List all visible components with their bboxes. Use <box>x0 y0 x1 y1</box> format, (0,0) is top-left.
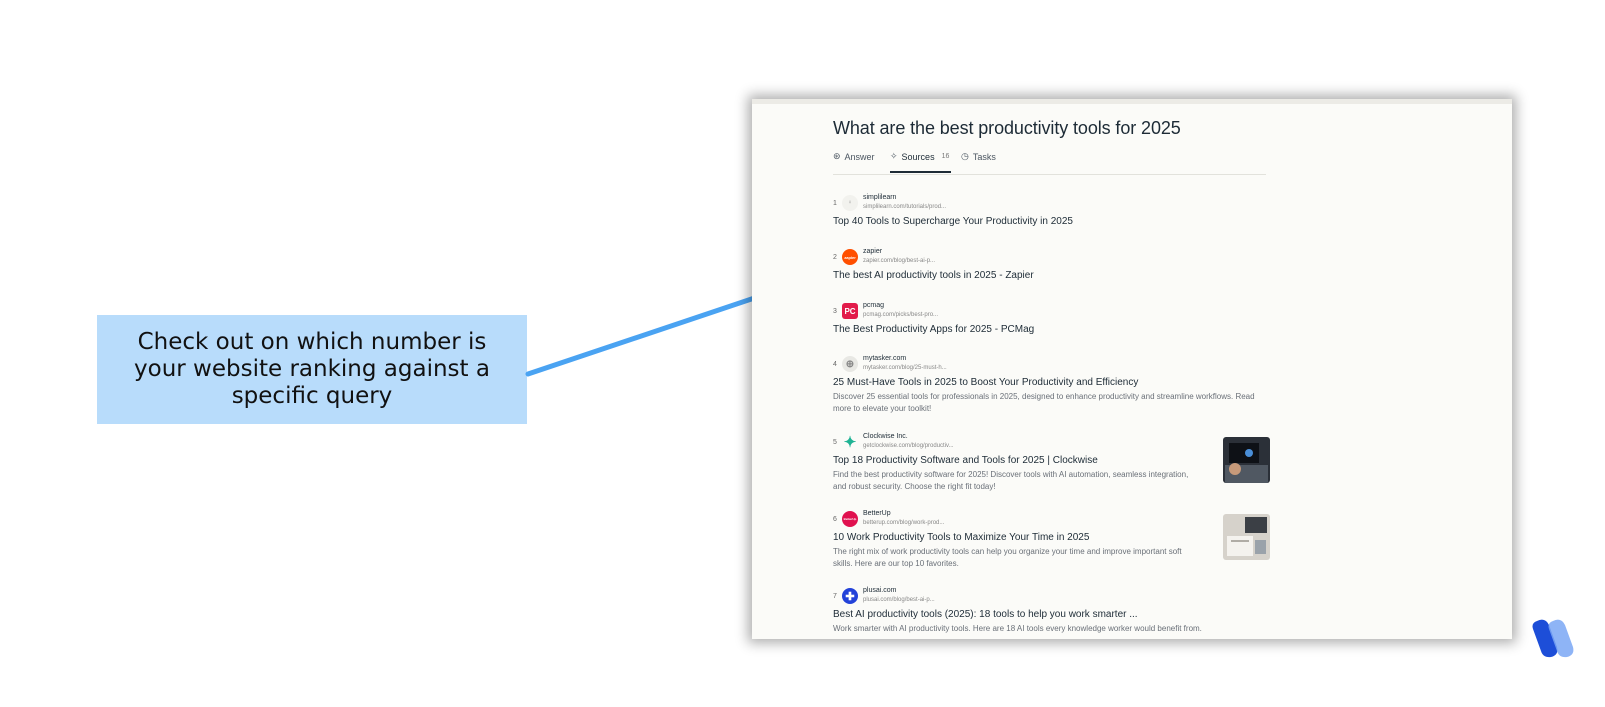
search-results-screenshot: What are the best productivity tools for… <box>752 99 1512 639</box>
result-number: 3 <box>833 308 837 315</box>
result-description: The right mix of work productivity tools… <box>833 547 1182 568</box>
result-number: 1 <box>833 200 837 207</box>
tab-sources[interactable]: ✧ Sources 16 <box>890 151 949 162</box>
window-top-bar <box>752 99 1512 104</box>
result-title[interactable]: 10 Work Productivity Tools to Maximize Y… <box>833 532 1266 543</box>
result-number: 5 <box>833 439 837 446</box>
list-item[interactable]: 6 BetterUp BetterUp betterup.com/blog/wo… <box>833 510 1270 570</box>
result-number: 7 <box>833 593 837 600</box>
result-description: Find the best productivity software for … <box>833 470 1189 491</box>
brand-logo-icon <box>1532 619 1574 658</box>
result-url: zapier.com/blog/best-ai-p... <box>863 258 936 264</box>
simplilearn-logo-icon: ♀ <box>842 195 858 211</box>
result-number: 4 <box>833 361 837 368</box>
result-site: pcmag <box>863 302 885 309</box>
clockwise-logo-icon: ✦ <box>843 434 857 450</box>
list-item[interactable]: 1 ♀ simplilearn simplilearn.com/tutorial… <box>833 194 1266 227</box>
tab-tasks[interactable]: ◷ Tasks <box>961 151 996 162</box>
result-site: BetterUp <box>863 510 891 517</box>
result-url: plusai.com/blog/best-ai-p... <box>863 597 935 603</box>
result-title[interactable]: The Best Productivity Apps for 2025 - PC… <box>833 324 1266 335</box>
list-item[interactable]: 2 zapier zapier zapier.com/blog/best-ai-… <box>833 248 1266 281</box>
laptop-photo-icon[interactable] <box>1223 437 1270 483</box>
result-number: 2 <box>833 254 837 261</box>
result-title[interactable]: Best AI productivity tools (2025): 18 to… <box>833 609 1266 620</box>
result-title[interactable]: 25 Must-Have Tools in 2025 to Boost Your… <box>833 377 1266 388</box>
result-site: plusai.com <box>863 587 897 594</box>
list-item[interactable]: 4 ⊕ mytasker.com mytasker.com/blog/25-mu… <box>833 355 1266 415</box>
sources-icon: ✧ <box>890 151 898 161</box>
result-number: 6 <box>833 516 837 523</box>
result-description: Work smarter with AI productivity tools.… <box>833 624 1202 633</box>
result-title[interactable]: Top 40 Tools to Supercharge Your Product… <box>833 216 1266 227</box>
result-description: Discover 25 essential tools for professi… <box>833 392 1255 413</box>
tab-answer[interactable]: ⊛ Answer <box>833 151 875 162</box>
result-site: zapier <box>863 248 883 255</box>
results-tabs: ⊛ Answer ✧ Sources 16 ◷ Tasks <box>833 151 1266 175</box>
zapier-logo-icon: zapier <box>842 249 858 265</box>
pcmag-logo-icon: PC <box>842 303 858 319</box>
list-item[interactable]: 7 ✚ plusai.com plusai.com/blog/best-ai-p… <box>833 587 1266 635</box>
result-url: mytasker.com/blog/25-must-h... <box>863 365 947 371</box>
tasks-icon: ◷ <box>961 151 969 161</box>
callout-text: Check out on which number is your websit… <box>134 329 490 409</box>
list-item[interactable]: 3 PC pcmag pcmag.com/picks/best-pro... T… <box>833 302 1266 335</box>
desk-photo-icon[interactable] <box>1223 514 1270 560</box>
result-url: simplilearn.com/tutorials/prod... <box>863 204 947 210</box>
plusai-logo-icon: ✚ <box>842 588 858 604</box>
globe-icon: ⊕ <box>842 356 858 372</box>
answer-icon: ⊛ <box>833 151 841 161</box>
tab-label: Answer <box>844 151 875 162</box>
result-url: pcmag.com/picks/best-pro... <box>863 312 939 318</box>
result-site: mytasker.com <box>863 355 907 362</box>
tab-label: Tasks <box>972 151 996 162</box>
active-tab-indicator <box>890 171 951 173</box>
result-url: getclockwise.com/blog/productiv... <box>863 443 954 449</box>
result-site: Clockwise Inc. <box>863 433 908 440</box>
sources-count: 16 <box>941 153 950 160</box>
betterup-logo-icon: BetterUp <box>842 511 858 527</box>
result-site: simplilearn <box>863 194 897 201</box>
result-url: betterup.com/blog/work-prod... <box>863 520 945 526</box>
list-item[interactable]: 5 ✦ Clockwise Inc. getclockwise.com/blog… <box>833 433 1270 493</box>
query-title: What are the best productivity tools for… <box>833 118 1181 138</box>
tab-label: Sources <box>901 151 935 162</box>
result-title[interactable]: The best AI productivity tools in 2025 -… <box>833 270 1266 281</box>
result-title[interactable]: Top 18 Productivity Software and Tools f… <box>833 455 1266 466</box>
callout-box: Check out on which number is your websit… <box>97 315 527 424</box>
